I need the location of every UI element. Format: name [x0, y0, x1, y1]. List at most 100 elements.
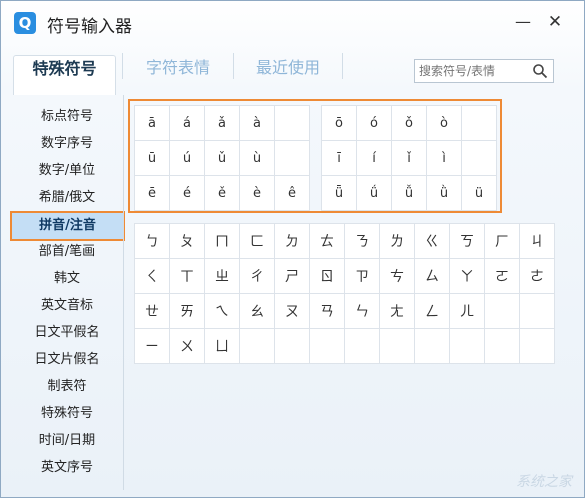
symbol-cell[interactable]: ㄍ — [414, 223, 450, 259]
symbol-cell[interactable] — [379, 328, 415, 364]
symbol-cell[interactable]: ㄗ — [344, 258, 380, 294]
symbol-cell[interactable]: ㄜ — [519, 258, 555, 294]
symbol-cell[interactable]: ī — [321, 140, 357, 176]
symbol-cell[interactable]: ǚ — [391, 175, 427, 211]
symbol-cell[interactable]: ㄥ — [414, 293, 450, 329]
symbol-cell[interactable] — [461, 140, 497, 176]
symbol-cell[interactable]: ㄩ — [204, 328, 240, 364]
sidebar-item-english-ordinals[interactable]: 英文序号 — [11, 454, 123, 481]
symbol-cell[interactable] — [461, 105, 497, 141]
tab-recent[interactable]: 最近使用 — [239, 55, 337, 95]
tab-special-symbols[interactable]: 特殊符号 — [13, 55, 116, 95]
symbol-cell[interactable]: ㄓ — [204, 258, 240, 294]
symbol-cell[interactable]: ì — [426, 140, 462, 176]
symbol-cell[interactable] — [519, 293, 555, 329]
symbol-cell[interactable]: ㄉ — [274, 223, 310, 259]
symbol-cell[interactable]: ǒ — [391, 105, 427, 141]
symbol-cell[interactable]: ㄈ — [239, 223, 275, 259]
symbol-cell[interactable]: ㄙ — [414, 258, 450, 294]
symbol-cell[interactable]: ㄚ — [449, 258, 485, 294]
symbol-cell[interactable]: ㄐ — [519, 223, 555, 259]
sidebar-item-number-units[interactable]: 数字/单位 — [11, 157, 123, 184]
symbol-cell[interactable]: ò — [426, 105, 462, 141]
symbol-cell[interactable]: à — [239, 105, 275, 141]
sidebar-item-number-sequence[interactable]: 数字序号 — [11, 130, 123, 157]
symbol-cell[interactable]: ㄒ — [169, 258, 205, 294]
symbol-cell[interactable]: ě — [204, 175, 240, 211]
symbol-cell[interactable] — [274, 140, 310, 176]
symbol-cell[interactable]: ㄢ — [309, 293, 345, 329]
symbol-cell[interactable] — [239, 328, 275, 364]
minimize-button[interactable]: — — [512, 11, 534, 33]
symbol-cell[interactable]: ㄨ — [169, 328, 205, 364]
symbol-cell[interactable]: ㄖ — [309, 258, 345, 294]
symbol-cell[interactable] — [309, 328, 345, 364]
symbol-cell[interactable]: ㄊ — [309, 223, 345, 259]
symbol-cell[interactable]: ㄔ — [239, 258, 275, 294]
sidebar-item-radicals-strokes[interactable]: 部首/笔画 — [11, 238, 123, 265]
sidebar-item-katakana[interactable]: 日文片假名 — [11, 346, 123, 373]
symbol-cell[interactable]: á — [169, 105, 205, 141]
search-icon[interactable] — [532, 63, 548, 79]
symbol-cell[interactable]: ㄋ — [344, 223, 380, 259]
sidebar-item-korean[interactable]: 韩文 — [11, 265, 123, 292]
symbol-cell[interactable] — [519, 328, 555, 364]
symbol-cell[interactable]: ㄝ — [134, 293, 170, 329]
symbol-cell[interactable]: ú — [169, 140, 205, 176]
sidebar-item-greek-russian[interactable]: 希腊/俄文 — [11, 184, 123, 211]
symbol-cell[interactable]: ㄑ — [134, 258, 170, 294]
sidebar-item-english-phonetics[interactable]: 英文音标 — [11, 292, 123, 319]
sidebar-item-box-drawing[interactable]: 制表符 — [11, 373, 123, 400]
search-input[interactable] — [415, 60, 525, 82]
symbol-cell[interactable]: ㄏ — [484, 223, 520, 259]
symbol-cell[interactable]: ㄠ — [239, 293, 275, 329]
symbol-cell[interactable]: è — [239, 175, 275, 211]
symbol-input-window: Q 符号输入器 — ✕ 特殊符号 字符表情 最近使用 标点符号 数字序号 数字/… — [0, 0, 585, 498]
symbol-cell[interactable]: ù — [239, 140, 275, 176]
sidebar-item-punctuation[interactable]: 标点符号 — [11, 103, 123, 130]
symbol-cell[interactable]: ㄞ — [169, 293, 205, 329]
symbol-cell[interactable]: ㄆ — [169, 223, 205, 259]
sidebar-item-hiragana[interactable]: 日文平假名 — [11, 319, 123, 346]
symbol-cell[interactable]: ㄣ — [344, 293, 380, 329]
symbol-cell[interactable]: ㄟ — [204, 293, 240, 329]
symbol-cell[interactable]: ǖ — [321, 175, 357, 211]
symbol-cell[interactable]: ㄡ — [274, 293, 310, 329]
symbol-cell[interactable] — [484, 293, 520, 329]
symbol-cell[interactable]: ㄦ — [449, 293, 485, 329]
sidebar-item-time-date[interactable]: 时间/日期 — [11, 427, 123, 454]
symbol-cell[interactable] — [449, 328, 485, 364]
symbol-cell[interactable]: ㄎ — [449, 223, 485, 259]
symbol-cell[interactable]: ê — [274, 175, 310, 211]
sidebar-item-pinyin-zhuyin[interactable]: 拼音/注音 — [10, 211, 125, 241]
symbol-cell[interactable]: ǎ — [204, 105, 240, 141]
symbol-cell[interactable]: ǔ — [204, 140, 240, 176]
symbol-cell[interactable]: ㄘ — [379, 258, 415, 294]
symbol-cell[interactable]: ㄤ — [379, 293, 415, 329]
symbol-cell[interactable]: ㄌ — [379, 223, 415, 259]
symbol-cell[interactable] — [274, 328, 310, 364]
symbol-cell[interactable]: í — [356, 140, 392, 176]
symbol-cell[interactable] — [484, 328, 520, 364]
symbol-cell[interactable]: é — [169, 175, 205, 211]
symbol-cell[interactable]: ㄅ — [134, 223, 170, 259]
symbol-cell[interactable]: ō — [321, 105, 357, 141]
symbol-cell[interactable] — [414, 328, 450, 364]
symbol-cell[interactable]: ㄇ — [204, 223, 240, 259]
symbol-cell[interactable]: ū — [134, 140, 170, 176]
close-button[interactable]: ✕ — [544, 11, 566, 33]
symbol-cell[interactable]: ā — [134, 105, 170, 141]
symbol-cell[interactable]: ü — [461, 175, 497, 211]
sidebar-item-special-symbols[interactable]: 特殊符号 — [11, 400, 123, 427]
symbol-cell[interactable]: ǜ — [426, 175, 462, 211]
symbol-cell[interactable]: ǐ — [391, 140, 427, 176]
symbol-cell[interactable]: ㄕ — [274, 258, 310, 294]
symbol-cell[interactable] — [274, 105, 310, 141]
symbol-cell[interactable]: ㄧ — [134, 328, 170, 364]
tab-emoticons[interactable]: 字符表情 — [129, 55, 227, 95]
symbol-cell[interactable]: ó — [356, 105, 392, 141]
symbol-cell[interactable]: ē — [134, 175, 170, 211]
symbol-cell[interactable] — [344, 328, 380, 364]
symbol-cell[interactable]: ǘ — [356, 175, 392, 211]
symbol-cell[interactable]: ㄛ — [484, 258, 520, 294]
